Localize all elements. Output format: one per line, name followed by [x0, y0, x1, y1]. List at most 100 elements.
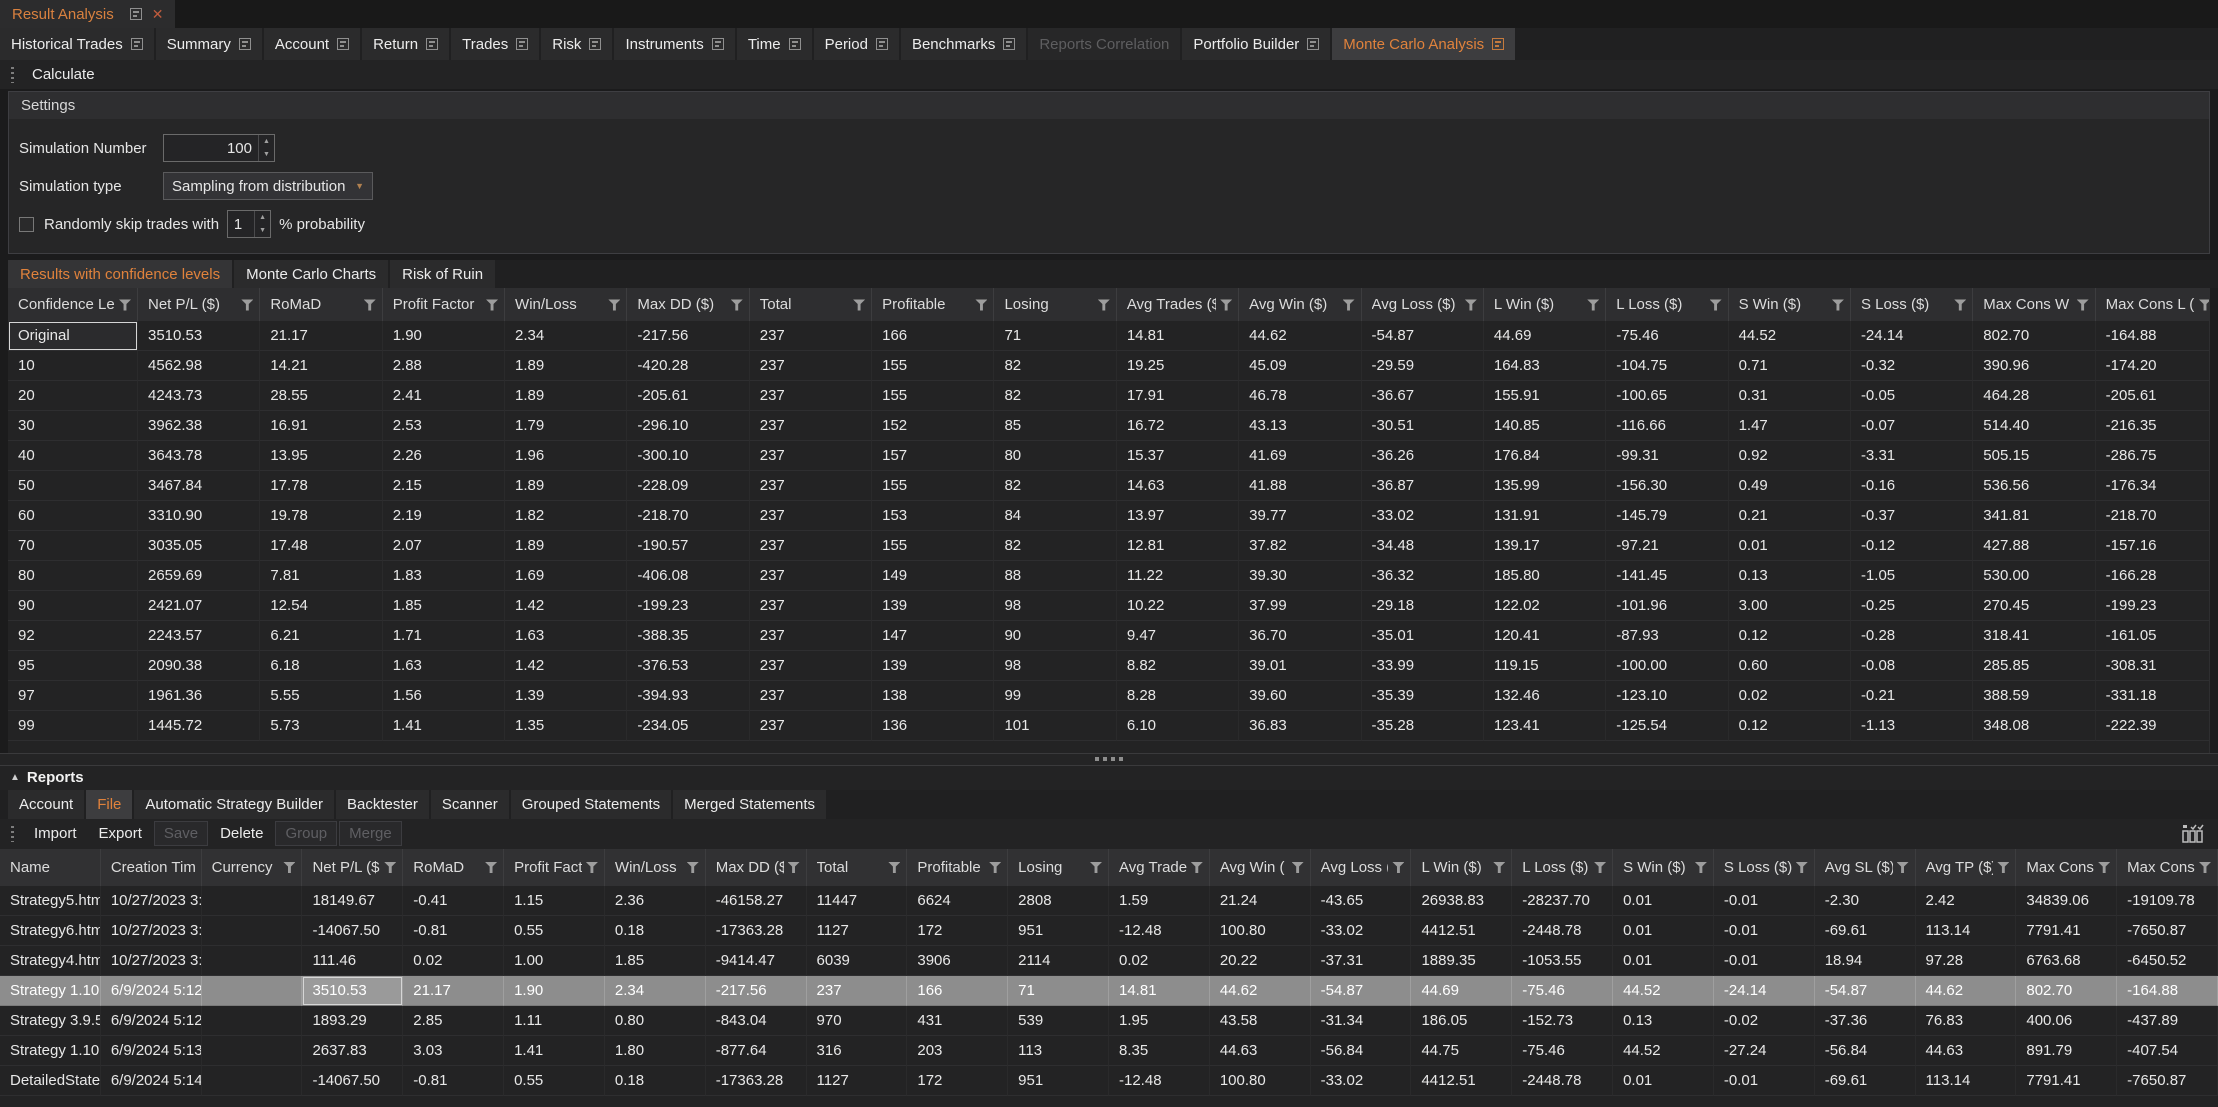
table-row[interactable]: Strategy5.htm10/27/2023 3:18149.67-0.411…: [0, 886, 2218, 916]
column-header-profit-factor[interactable]: Profit Factor: [383, 288, 505, 321]
skip-trades-checkbox[interactable]: [19, 217, 34, 232]
filter-icon[interactable]: [1292, 861, 1304, 873]
filter-icon[interactable]: [1220, 299, 1232, 311]
column-header-win-loss[interactable]: Win/Loss: [505, 288, 627, 321]
column-header-max-cons[interactable]: Max Cons: [2117, 849, 2218, 886]
table-row[interactable]: Strategy6.htm10/27/2023 3:-14067.50-0.81…: [0, 916, 2218, 946]
tab-historical-trades[interactable]: Historical Trades: [0, 28, 154, 60]
table-row[interactable]: Strategy 3.9.56/9/2024 5:121893.292.851.…: [0, 1006, 2218, 1036]
filter-icon[interactable]: [888, 861, 900, 873]
filter-icon[interactable]: [989, 861, 1001, 873]
column-header-win-loss[interactable]: Win/Loss: [605, 849, 706, 886]
column-header-s-loss[interactable]: S Loss ($): [1714, 849, 1815, 886]
filter-icon[interactable]: [1897, 861, 1909, 873]
column-header-avg-trades[interactable]: Avg Trades ($: [1117, 288, 1239, 321]
filter-icon[interactable]: [1997, 861, 2009, 873]
column-header-max-cons[interactable]: Max Cons: [2016, 849, 2117, 886]
column-header-l-loss[interactable]: L Loss ($): [1606, 288, 1728, 321]
table-row[interactable]: 952090.386.181.631.42-376.53237139988.82…: [8, 651, 2218, 681]
tab-results-with-confidence-levels[interactable]: Results with confidence levels: [8, 260, 232, 288]
filter-icon[interactable]: [1832, 299, 1844, 311]
table-row[interactable]: 303962.3816.912.531.79-296.102371528516.…: [8, 411, 2218, 441]
export-button[interactable]: Export: [89, 821, 152, 846]
filter-icon[interactable]: [241, 299, 253, 311]
column-header-net-p-l[interactable]: Net P/L ($): [138, 288, 260, 321]
column-header-avg-trade[interactable]: Avg Trade: [1109, 849, 1210, 886]
tab-monte-carlo-analysis[interactable]: Monte Carlo Analysis: [1332, 28, 1515, 60]
simulation-number-input[interactable]: 100 ▲▼: [163, 134, 275, 162]
column-header-avg-win[interactable]: Avg Win (: [1210, 849, 1311, 886]
table-row[interactable]: 971961.365.551.561.39-394.93237138998.28…: [8, 681, 2218, 711]
column-header-max-cons-w[interactable]: Max Cons W: [1973, 288, 2095, 321]
column-header-l-win[interactable]: L Win ($): [1411, 849, 1512, 886]
column-header-total[interactable]: Total: [807, 849, 908, 886]
column-header-losing[interactable]: Losing: [1008, 849, 1109, 886]
column-header-avg-win[interactable]: Avg Win ($): [1239, 288, 1361, 321]
calculate-button[interactable]: Calculate: [24, 64, 103, 85]
column-header-currency[interactable]: Currency: [202, 849, 303, 886]
column-header-max-cons-l[interactable]: Max Cons L (: [2096, 288, 2218, 321]
filter-icon[interactable]: [485, 861, 497, 873]
table-row[interactable]: 922243.576.211.711.63-388.35237147909.47…: [8, 621, 2218, 651]
filter-icon[interactable]: [384, 861, 396, 873]
filter-icon[interactable]: [2199, 861, 2211, 873]
column-header-avg-tp[interactable]: Avg TP ($): [1916, 849, 2017, 886]
filter-icon[interactable]: [1493, 861, 1505, 873]
column-chooser-icon[interactable]: [2180, 824, 2204, 844]
tab-risk-of-ruin[interactable]: Risk of Ruin: [390, 260, 495, 288]
tab-instruments[interactable]: Instruments: [614, 28, 734, 60]
filter-icon[interactable]: [1695, 861, 1707, 873]
table-row[interactable]: Strategy 1.10.6/9/2024 5:123510.5321.171…: [0, 976, 2218, 1006]
simulation-type-dropdown[interactable]: Sampling from distribution ▼: [163, 172, 373, 200]
filter-icon[interactable]: [853, 299, 865, 311]
filter-icon[interactable]: [731, 299, 743, 311]
filter-icon[interactable]: [1594, 861, 1606, 873]
collapse-triangle-icon[interactable]: ▲: [10, 772, 20, 783]
filter-icon[interactable]: [119, 299, 131, 311]
tab-period[interactable]: Period: [814, 28, 899, 60]
column-header-s-loss[interactable]: S Loss ($): [1851, 288, 1973, 321]
table-row[interactable]: Strategy 1.10.6/9/2024 5:132637.833.031.…: [0, 1036, 2218, 1066]
column-header-total[interactable]: Total: [750, 288, 872, 321]
filter-icon[interactable]: [1587, 299, 1599, 311]
table-row[interactable]: 503467.8417.782.151.89-228.092371558214.…: [8, 471, 2218, 501]
filter-icon[interactable]: [1796, 861, 1808, 873]
tab-grouped-statements[interactable]: Grouped Statements: [511, 790, 671, 819]
filter-icon[interactable]: [1191, 861, 1203, 873]
skip-probability-input[interactable]: 1 ▲▼: [227, 210, 271, 238]
column-header-profit-fact[interactable]: Profit Fact: [504, 849, 605, 886]
tab-portfolio-builder[interactable]: Portfolio Builder: [1182, 28, 1330, 60]
column-header-profitable[interactable]: Profitable: [872, 288, 994, 321]
spinner-arrows-icon[interactable]: ▲▼: [258, 135, 274, 161]
filter-icon[interactable]: [788, 861, 800, 873]
filter-icon[interactable]: [1098, 299, 1110, 311]
filter-icon[interactable]: [1710, 299, 1722, 311]
tab-merged-statements[interactable]: Merged Statements: [673, 790, 826, 819]
filter-icon[interactable]: [1465, 299, 1477, 311]
filter-icon[interactable]: [2077, 299, 2089, 311]
tab-automatic-strategy-builder[interactable]: Automatic Strategy Builder: [134, 790, 334, 819]
column-header-max-dd[interactable]: Max DD ($): [627, 288, 749, 321]
reports-section-header[interactable]: ▲ Reports: [0, 766, 2218, 790]
table-row[interactable]: 902421.0712.541.851.42-199.232371399810.…: [8, 591, 2218, 621]
tab-scanner[interactable]: Scanner: [431, 790, 509, 819]
column-header-name[interactable]: Name: [0, 849, 101, 886]
column-header-romad[interactable]: RoMaD: [260, 288, 382, 321]
filter-icon[interactable]: [687, 861, 699, 873]
spinner-arrows-icon[interactable]: ▲▼: [254, 211, 270, 237]
filter-icon[interactable]: [2098, 861, 2110, 873]
column-header-l-loss[interactable]: L Loss ($): [1512, 849, 1613, 886]
tab-benchmarks[interactable]: Benchmarks: [901, 28, 1026, 60]
table-row[interactable]: 104562.9814.212.881.89-420.282371558219.…: [8, 351, 2218, 381]
tab-backtester[interactable]: Backtester: [336, 790, 429, 819]
column-header-max-dd[interactable]: Max DD ($: [706, 849, 807, 886]
column-header-avg-loss[interactable]: Avg Loss (: [1311, 849, 1412, 886]
tab-return[interactable]: Return: [362, 28, 449, 60]
filter-icon[interactable]: [364, 299, 376, 311]
vertical-scrollbar[interactable]: [2209, 288, 2218, 753]
filter-icon[interactable]: [283, 861, 295, 873]
table-row[interactable]: 703035.0517.482.071.89-190.572371558212.…: [8, 531, 2218, 561]
import-button[interactable]: Import: [24, 821, 87, 846]
filter-icon[interactable]: [1954, 299, 1966, 311]
tab-risk[interactable]: Risk: [541, 28, 612, 60]
